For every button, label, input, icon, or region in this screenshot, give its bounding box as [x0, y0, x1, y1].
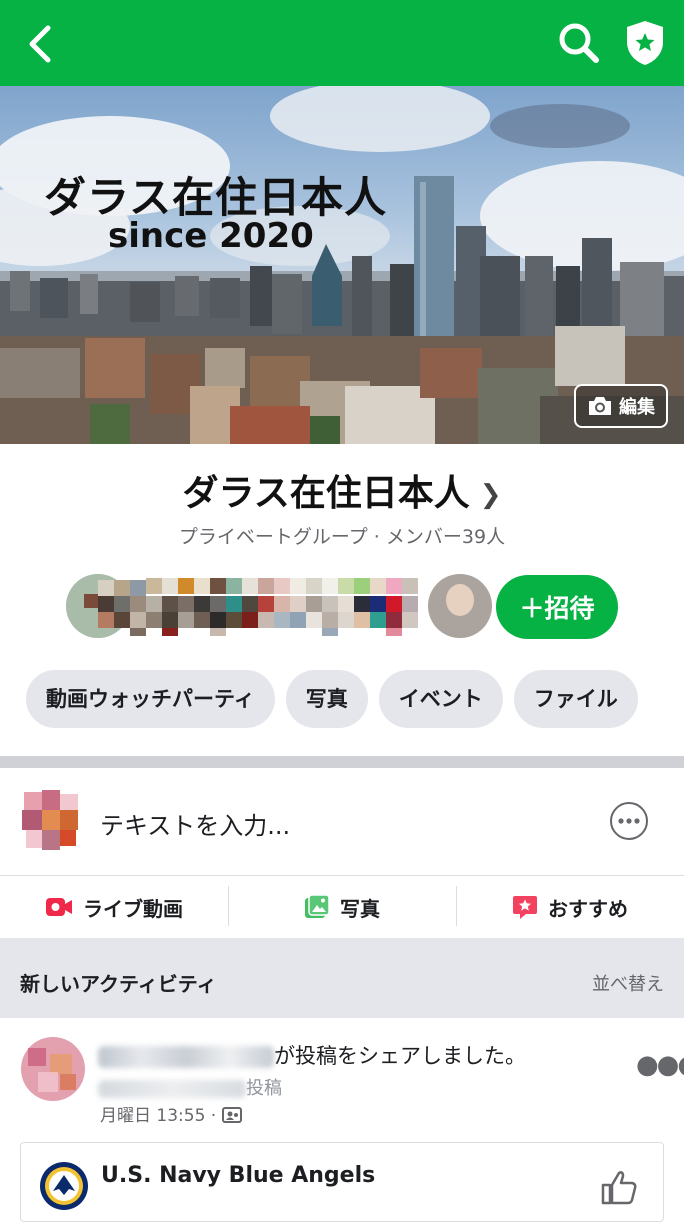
tab-events[interactable]: イベント: [378, 670, 503, 728]
cover-photo: ダラス在住日本人 since 2020 編集: [0, 86, 684, 444]
recommend-icon: [513, 896, 537, 919]
search-button[interactable]: [556, 20, 602, 66]
post-sub-text: 投稿: [246, 1078, 282, 1099]
post-subline: 投稿: [98, 1074, 282, 1100]
post-action-text: が投稿をシェアしました。: [274, 1044, 526, 1068]
post-time-text: 月曜日 13:55 ·: [100, 1106, 217, 1126]
search-icon: [559, 23, 599, 63]
photo-icon: [305, 894, 330, 918]
cover-subtitle: since 2020: [108, 216, 314, 256]
member-avatars[interactable]: [60, 570, 500, 640]
post-timestamp: 月曜日 13:55 ·: [100, 1101, 242, 1126]
group-meta: プライベートグループ · メンバー39人: [178, 526, 506, 548]
post-author-avatar[interactable]: [20, 1036, 86, 1102]
shared-post-card[interactable]: U.S. Navy Blue Angels: [20, 1142, 664, 1222]
avatar[interactable]: [20, 788, 82, 854]
back-button[interactable]: [22, 22, 62, 66]
chevron-left-icon: [29, 25, 51, 63]
camera-icon: [589, 397, 611, 415]
live-video-button[interactable]: ライブ動画: [0, 876, 228, 938]
more-horizontal-icon: [618, 818, 640, 824]
pixelated-member-faces: [84, 578, 418, 636]
activity-header: 新しいアクティビティ 並べ替え: [0, 938, 684, 1018]
tab-files[interactable]: ファイル: [513, 670, 638, 728]
section-divider: [0, 756, 684, 768]
post-headline: が投稿をシェアしました。: [98, 1040, 526, 1070]
recommend-button[interactable]: おすすめ: [456, 876, 684, 938]
composer-actions: ライブ動画 写真 おすすめ: [0, 876, 684, 938]
group-name-link[interactable]: ダラス在住日本人 ❯: [0, 464, 684, 516]
top-bar: [0, 0, 684, 86]
invite-button[interactable]: ＋招待: [496, 575, 618, 639]
group-tabs: 動画ウォッチパーティ 写真 イベント ファイル: [26, 670, 649, 730]
edit-cover-label: 編集: [619, 397, 655, 418]
photo-button[interactable]: 写真: [228, 876, 456, 938]
like-icon[interactable]: [599, 1167, 639, 1207]
composer-more-button[interactable]: [610, 802, 648, 840]
live-video-icon: [46, 898, 72, 916]
blurred-author-name: [98, 1046, 274, 1068]
chevron-right-icon: ❯: [479, 480, 502, 510]
tab-photos[interactable]: 写真: [285, 670, 368, 728]
live-video-label: ライブ動画: [83, 896, 183, 921]
photo-label: 写真: [340, 896, 380, 921]
members-only-icon: [221, 1107, 242, 1123]
shared-page-name[interactable]: U.S. Navy Blue Angels: [101, 1163, 375, 1188]
activity-title: 新しいアクティビティ: [20, 972, 217, 996]
post-composer-input[interactable]: テキストを入力...: [100, 806, 290, 841]
recommend-label: おすすめ: [548, 896, 628, 921]
group-name: ダラス在住日本人: [182, 473, 470, 514]
post-more-button[interactable]: ●●●: [636, 1050, 684, 1080]
tab-watch-party[interactable]: 動画ウォッチパーティ: [26, 670, 275, 728]
admin-tools-button[interactable]: [622, 18, 668, 68]
shield-star-icon: [627, 21, 663, 65]
blue-angels-logo: [40, 1162, 88, 1210]
edit-cover-button[interactable]: 編集: [574, 384, 668, 428]
blurred-source-name: [98, 1080, 246, 1098]
sort-button[interactable]: 並べ替え: [592, 970, 664, 996]
